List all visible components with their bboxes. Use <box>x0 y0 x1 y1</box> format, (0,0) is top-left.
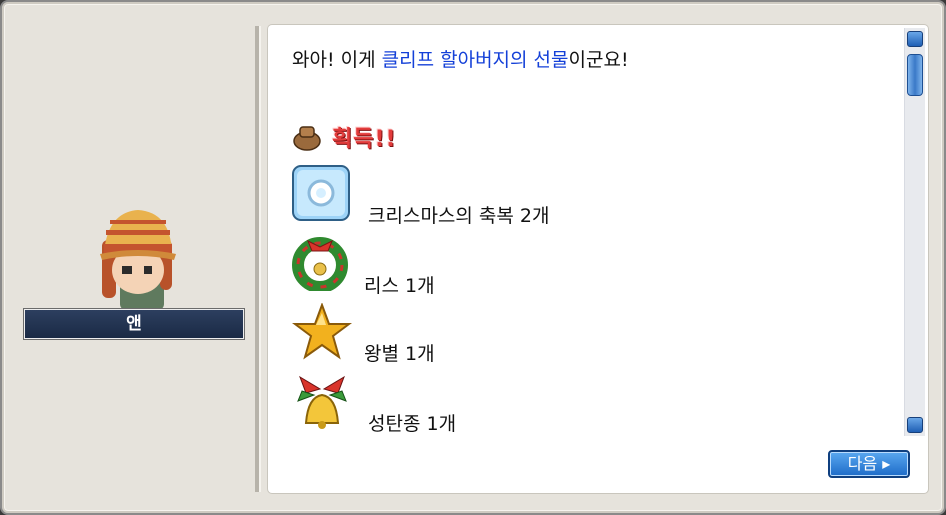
dialog-panel: 와아! 이게 클리프 할아버지의 선물이군요! 획득!! 크리스마스의 축복 2… <box>268 25 928 493</box>
scrollbar[interactable] <box>904 28 925 436</box>
wreath-icon <box>292 237 348 291</box>
item-name: 리스 1개 <box>364 275 435 297</box>
npc-name-plate: 앤 <box>23 308 245 340</box>
star-icon <box>292 303 352 360</box>
scroll-thumb[interactable] <box>907 54 923 96</box>
scroll-down-button[interactable] <box>907 417 923 433</box>
reward-label: 획득!! <box>332 127 397 152</box>
bag-icon <box>293 126 321 151</box>
dialog-suffix: 이군요! <box>568 49 629 71</box>
item-name: 크리스마스의 축복 2개 <box>368 205 550 227</box>
dialog-prefix: 와아! 이게 <box>292 49 382 71</box>
next-button[interactable]: 다음 ▸ <box>828 450 910 478</box>
dialog-highlight: 클리프 할아버지의 선물 <box>381 49 569 71</box>
panel-divider <box>255 26 261 492</box>
item-name: 왕별 1개 <box>364 343 435 365</box>
dialog-text: 와아! 이게 클리프 할아버지의 선물이군요! <box>292 45 629 72</box>
christmas-blessing-icon <box>292 165 350 221</box>
bell-icon <box>297 375 347 429</box>
npc-dialog-window: 앤 와아! 이게 클리프 할아버지의 선물이군요! 획득!! 크리스마스의 축복… <box>0 0 946 515</box>
item-name: 성탄종 1개 <box>368 413 457 435</box>
scroll-up-button[interactable] <box>907 31 923 47</box>
